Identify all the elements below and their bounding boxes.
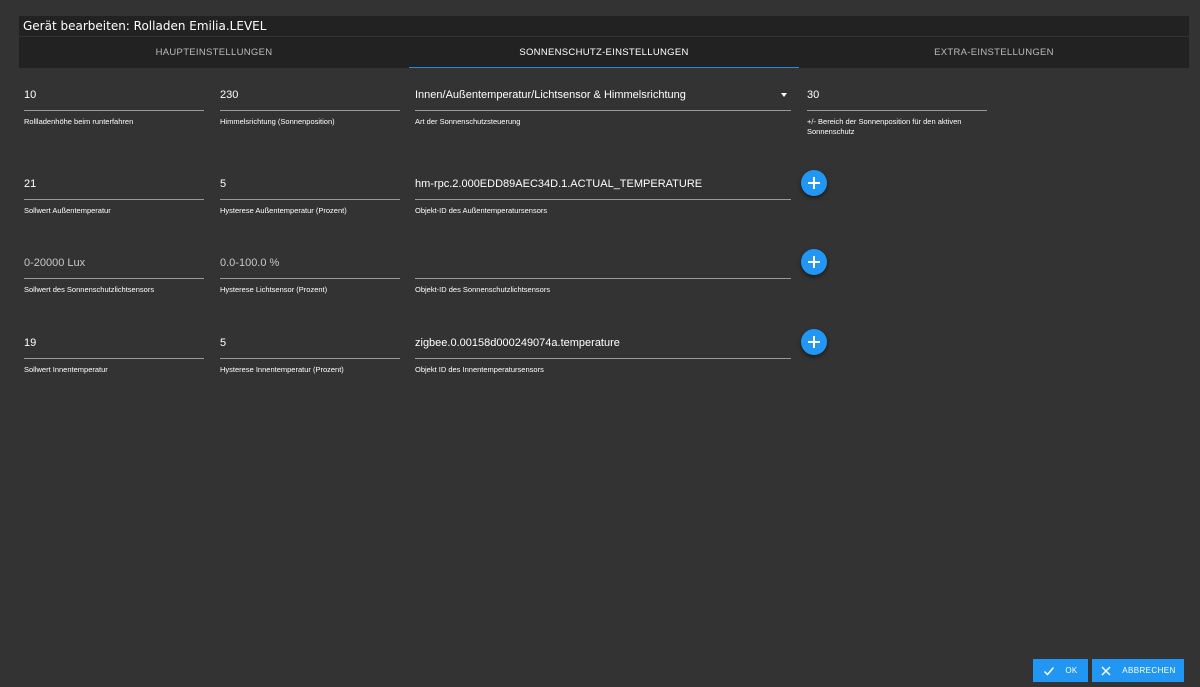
outside-sensor-id-input[interactable]: hm-rpc.2.000EDD89AEC34D.1.ACTUAL_TEMPERA… [415,175,791,193]
outside-sensor-id-field: hm-rpc.2.000EDD89AEC34D.1.ACTUAL_TEMPERA… [415,175,791,216]
sun-protection-type-select[interactable]: Innen/Außentemperatur/Lichtsensor & Himm… [415,86,791,104]
inside-hysteresis-label: Hysterese Innentemperatur (Prozent) [220,365,344,374]
field-underline [220,358,400,359]
outside-sensor-id-label: Objekt-ID des Außentemperatursensors [415,206,548,215]
lux-setpoint-label: Sollwert des Sonnenschutzlichtsensors [24,285,155,294]
add-outside-sensor-button[interactable] [801,170,827,196]
field-underline [24,278,204,279]
inside-sensor-id-input[interactable]: zigbee.0.00158d000249074a.temperature [415,334,791,352]
sun-range-input[interactable]: 30 [807,86,987,104]
outside-hysteresis-label: Hysterese Außentemperatur (Prozent) [220,206,347,215]
close-icon [1100,665,1112,677]
lux-setpoint-field: 0-20000 Lux Sollwert des Sonnenschutzlic… [24,254,204,295]
edit-device-dialog: Gerät bearbeiten: Rolladen Emilia.LEVEL … [0,0,1200,687]
shutter-height-field: 10 Rollladenhöhe beim runterfahren [24,86,204,127]
sun-direction-field: 230 Himmelsrichtung (Sonnenposition) [220,86,400,127]
shutter-height-input[interactable]: 10 [24,86,204,104]
inside-temp-label: Sollwert Innentemperatur [24,365,108,374]
light-hysteresis-label: Hysterese Lichtsensor (Prozent) [220,285,328,294]
plus-icon-stroke [813,177,815,189]
field-underline [415,278,791,279]
cancel-button[interactable]: ABBRECHEN [1092,659,1184,682]
sun-range-label: +/- Bereich der Sonnenposition für den a… [807,117,962,136]
field-underline [220,199,400,200]
field-underline [415,199,791,200]
tab-extra-settings[interactable]: EXTRA-EINSTELLUNGEN [799,37,1189,68]
add-inside-sensor-button[interactable] [801,329,827,355]
field-underline [415,110,791,111]
light-hysteresis-field: 0.0-100.0 % Hysterese Lichtsensor (Proze… [220,254,400,295]
light-sensor-id-label: Objekt-ID des Sonnenschutzlichtsensors [415,285,551,294]
ok-button-label: OK [1065,666,1078,675]
tab-main-settings[interactable]: HAUPTEINSTELLUNGEN [19,37,409,68]
inside-sensor-id-field: zigbee.0.00158d000249074a.temperature Ob… [415,334,791,375]
check-icon [1043,665,1055,677]
outside-hysteresis-input[interactable]: 5 [220,175,400,193]
inside-sensor-id-label: Objekt ID des Innentemperatursensors [415,365,544,374]
outside-hysteresis-field: 5 Hysterese Außentemperatur (Prozent) [220,175,400,216]
light-sensor-id-input[interactable] [415,254,791,272]
sun-protection-type-field: Innen/Außentemperatur/Lichtsensor & Himm… [415,86,791,127]
sun-direction-input[interactable]: 230 [220,86,400,104]
cancel-button-label: ABBRECHEN [1122,666,1176,675]
dialog-title: Gerät bearbeiten: Rolladen Emilia.LEVEL [19,16,1189,36]
outside-temp-input[interactable]: 21 [24,175,204,193]
lux-setpoint-input[interactable]: 0-20000 Lux [24,254,204,272]
shutter-height-label: Rollladenhöhe beim runterfahren [24,117,134,126]
outside-temp-label: Sollwert Außentemperatur [24,206,111,215]
light-hysteresis-input[interactable]: 0.0-100.0 % [220,254,400,272]
inside-temp-field: 19 Sollwert Innentemperatur [24,334,204,375]
inside-temp-input[interactable]: 19 [24,334,204,352]
light-sensor-id-field: Objekt-ID des Sonnenschutzlichtsensors [415,254,791,295]
field-underline [220,110,400,111]
ok-button[interactable]: OK [1033,659,1088,682]
sun-direction-label: Himmelsrichtung (Sonnenposition) [220,117,335,126]
field-underline [24,358,204,359]
sun-range-field: 30 +/- Bereich der Sonnenposition für de… [807,86,987,137]
field-underline [807,110,987,111]
inside-hysteresis-input[interactable]: 5 [220,334,400,352]
tab-sun-protection-settings[interactable]: SONNENSCHUTZ-EINSTELLUNGEN [409,37,799,68]
field-underline [220,278,400,279]
sun-protection-type-value: Innen/Außentemperatur/Lichtsensor & Himm… [415,89,686,101]
field-underline [415,358,791,359]
plus-icon-stroke [813,336,815,348]
caret-down-icon [781,93,787,97]
field-underline [24,110,204,111]
tab-bar: HAUPTEINSTELLUNGEN SONNENSCHUTZ-EINSTELL… [19,37,1189,68]
plus-icon-stroke [813,256,815,268]
add-light-sensor-button[interactable] [801,249,827,275]
inside-hysteresis-field: 5 Hysterese Innentemperatur (Prozent) [220,334,400,375]
sun-protection-type-label: Art der Sonnenschutzsteuerung [415,117,521,126]
outside-temp-field: 21 Sollwert Außentemperatur [24,175,204,216]
field-underline [24,199,204,200]
